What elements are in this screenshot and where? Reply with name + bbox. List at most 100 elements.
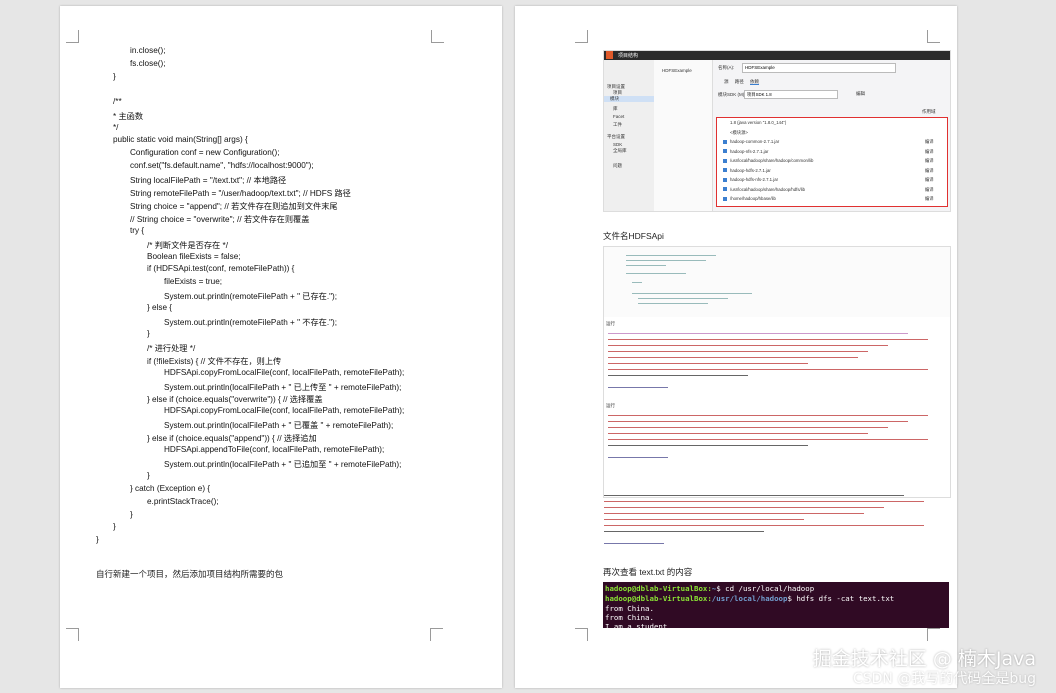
terminal-screenshot: hadoop@dblab-VirtualBox:~$ cd /usr/local… bbox=[603, 582, 949, 631]
code-line: // String choice = "overwrite"; // 若文件存在… bbox=[130, 214, 310, 224]
dependency-name: hadoop-nfs-2.7.1.jar bbox=[730, 148, 769, 154]
document-page-1: in.close(); fs.close();} /** * 主函数 */ publi… bbox=[60, 6, 502, 688]
code-line: in.close(); bbox=[130, 46, 166, 55]
sidebar-item: 全局库 bbox=[613, 148, 627, 153]
code-line: public static void main(String[] args) { bbox=[113, 135, 248, 145]
code-line: /* 进行处理 */ bbox=[147, 343, 196, 353]
dependency-row: hadoop-common-2.7.1.jar 编译 bbox=[723, 139, 934, 144]
code-line: } bbox=[113, 522, 116, 532]
dependency-name: /home/hadoop/hbase/lib bbox=[730, 196, 776, 201]
run-output-2 bbox=[608, 413, 938, 473]
code-line: if (HDFSApi.test(conf, remoteFilePath)) … bbox=[147, 264, 295, 274]
crop-mark bbox=[927, 628, 940, 641]
sidebar-item: 库 bbox=[613, 106, 618, 111]
sidebar-item: Facet bbox=[613, 114, 625, 119]
recheck-caption: 再次查看 text.txt 的内容 bbox=[603, 567, 693, 577]
code-line: Configuration conf = new Configuration()… bbox=[130, 148, 280, 158]
tab-dependencies: 依赖 bbox=[750, 79, 760, 85]
dependency-name: <模块源> bbox=[730, 129, 748, 135]
code-line: } bbox=[96, 535, 99, 545]
crop-mark bbox=[66, 628, 79, 641]
crop-mark bbox=[575, 628, 588, 641]
code-line: System.out.println(remoteFilePath + " 不存… bbox=[164, 318, 338, 327]
code-line: System.out.println(localFilePath + " 已上传… bbox=[164, 382, 402, 392]
sidebar-item: 平台设置 bbox=[607, 134, 625, 139]
dependency-scope: 编译 bbox=[925, 177, 934, 182]
dependency-name: hadoop-hdfs-nfs-2.7.1.jar bbox=[730, 177, 779, 182]
code-line: conf.set("fs.default.name", "hdfs://loca… bbox=[130, 161, 314, 171]
edit-button: 编辑 bbox=[856, 91, 865, 96]
module-item: HDFSExample bbox=[662, 68, 692, 73]
checkbox-icon bbox=[723, 196, 727, 201]
code-line: HDFSApi.copyFromLocalFile(conf, localFil… bbox=[164, 367, 405, 377]
checkbox-icon bbox=[723, 130, 727, 134]
dependency-scope: 编译 bbox=[925, 158, 934, 163]
ide-run-screenshot: 运行 运行 bbox=[603, 246, 951, 545]
dependency-row: /usr/local/hadoop/share/hadoop/common/li… bbox=[723, 158, 934, 163]
code-line: } catch (Exception e) { bbox=[130, 483, 211, 493]
sdk-label: 模块SDK (M): bbox=[718, 92, 746, 97]
dialog-titlebar: 项目结构 bbox=[604, 51, 950, 60]
code-line: String localFilePath = "/text.txt"; // 本… bbox=[130, 176, 287, 186]
code-line: System.out.println(remoteFilePath + " 已存… bbox=[164, 292, 338, 302]
code-line: e.printStackTrace(); bbox=[147, 496, 219, 506]
code-line: fileExists = true; bbox=[164, 277, 223, 287]
module-list: HDFSExample bbox=[654, 60, 713, 211]
terminal-line-2: hadoop@dblab-VirtualBox:/usr/local/hadoo… bbox=[605, 594, 895, 603]
dependency-name: /usr/local/hadoop/share/hadoop/common/li… bbox=[730, 158, 814, 163]
code-line: } else if (choice.equals("overwrite")) {… bbox=[147, 395, 323, 405]
code-line: } bbox=[113, 71, 116, 81]
dialog-title: 项目结构 bbox=[618, 53, 639, 59]
tab-paths: 路径 bbox=[734, 79, 744, 84]
checkbox-icon bbox=[723, 177, 727, 182]
dependency-name: /usr/local/hadoop/share/hadoop/hdfs/lib bbox=[730, 186, 806, 192]
run-output-3 bbox=[604, 493, 950, 557]
code-line: } else { bbox=[147, 303, 173, 313]
name-input: HDFSExample bbox=[742, 63, 896, 73]
filename-caption: 文件名HDFSApi bbox=[603, 231, 664, 241]
code-line: } bbox=[147, 470, 150, 480]
run-output-1 bbox=[608, 331, 938, 391]
code-line: /* 判断文件是否存在 */ bbox=[147, 240, 228, 250]
code-line: HDFSApi.copyFromLocalFile(conf, localFil… bbox=[164, 406, 405, 416]
checkbox-icon bbox=[723, 121, 727, 125]
code-line: fs.close(); bbox=[130, 58, 166, 68]
dependency-row: /home/hadoop/hbase/lib 编译 bbox=[723, 196, 934, 201]
code-line: } else if (choice.equals("append")) { //… bbox=[147, 434, 317, 444]
dependency-row: hadoop-hdfs-2.7.1.jar 编译 bbox=[723, 167, 934, 173]
code-line: } bbox=[147, 328, 150, 338]
code-line: } bbox=[130, 509, 133, 519]
run-tab-label: 运行 bbox=[606, 403, 615, 408]
scope-header: 作用域 bbox=[922, 109, 936, 114]
dependency-scope: 编译 bbox=[925, 196, 934, 201]
sdk-select: 项目SDK 1.8 bbox=[744, 90, 838, 99]
watermark-csdn: CSDN @我写的代码全是bug bbox=[852, 671, 1036, 687]
checkbox-icon bbox=[723, 158, 727, 163]
code-pane bbox=[604, 247, 950, 317]
terminal-line-1: hadoop@dblab-VirtualBox:~$ cd /usr/local… bbox=[605, 584, 815, 593]
tab-sources: 源 bbox=[724, 79, 729, 84]
dependency-row: /usr/local/hadoop/share/hadoop/hdfs/lib 编… bbox=[723, 186, 934, 192]
crop-mark bbox=[927, 30, 940, 43]
document-page-2: 项目结构 项目设置 项目 模块库 Facet 工件 平台设置 SDK 全局库 问题 HDFSEx… bbox=[515, 6, 957, 688]
code-line: Boolean fileExists = false; bbox=[147, 251, 241, 261]
dependency-row: hadoop-hdfs-nfs-2.7.1.jar 编译 bbox=[723, 177, 934, 182]
dependency-scope: 编译 bbox=[925, 148, 934, 154]
run-tab-label: 运行 bbox=[606, 321, 615, 326]
dialog-tabs: 源 路径 依赖 bbox=[724, 79, 760, 85]
dependency-row: 1.8 (java version "1.8.0_144") bbox=[723, 120, 786, 125]
terminal-output: I am a student bbox=[605, 622, 668, 631]
sidebar-item: SDK bbox=[613, 142, 623, 147]
dependency-scope: 编译 bbox=[925, 139, 934, 144]
dependency-name: hadoop-hdfs-2.7.1.jar bbox=[730, 167, 771, 173]
checkbox-icon bbox=[723, 168, 727, 173]
code-line: System.out.println(localFilePath + " 已覆盖… bbox=[164, 421, 394, 431]
sidebar-item: 问题 bbox=[613, 163, 622, 168]
crop-mark bbox=[430, 628, 443, 641]
dependency-name: 1.8 (java version "1.8.0_144") bbox=[730, 120, 787, 125]
checkbox-icon bbox=[723, 149, 727, 154]
dialog-sidebar: 项目设置 项目 模块库 Facet 工件 平台设置 SDK 全局库 问题 bbox=[604, 60, 655, 211]
dependency-scope: 编译 bbox=[925, 186, 934, 192]
footer-paragraph: 自行新建一个项目，然后添加项目结构所需要的包 bbox=[96, 569, 284, 579]
crop-mark bbox=[66, 30, 79, 43]
